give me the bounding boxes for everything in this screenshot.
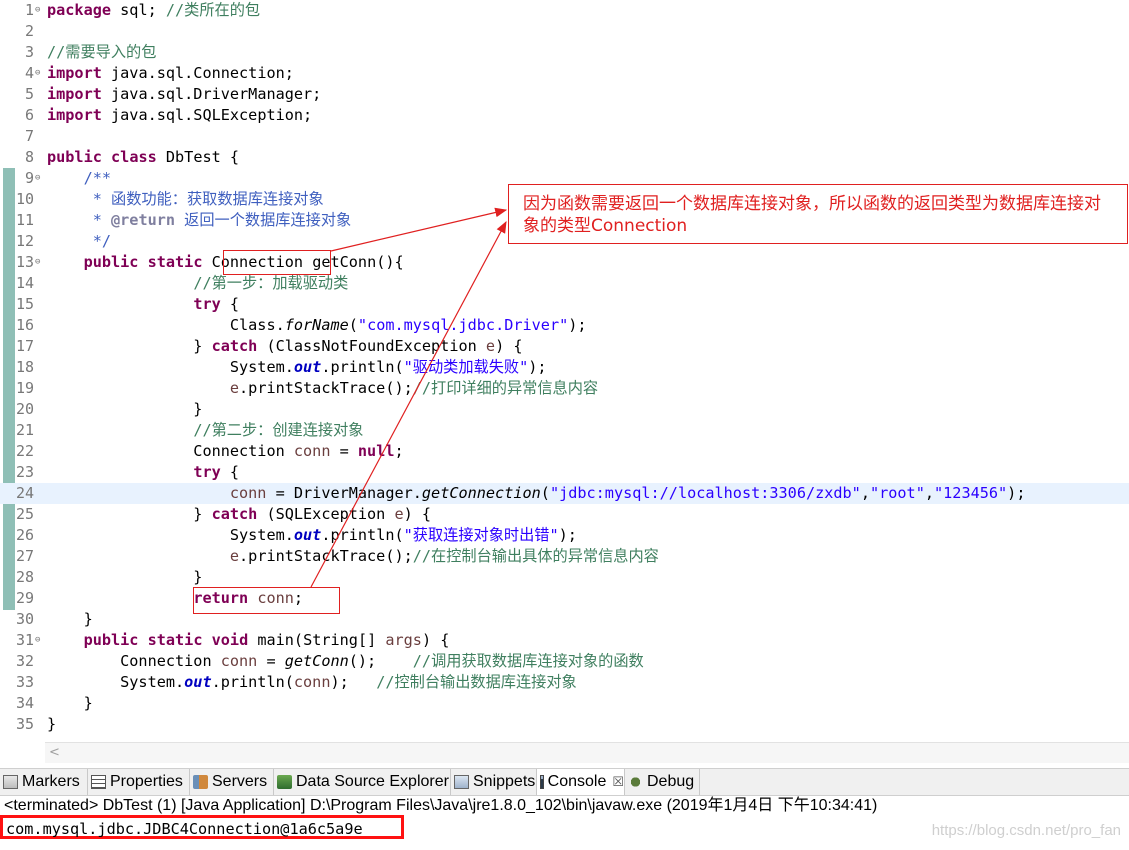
console-output-line: com.mysql.jdbc.JDBC4Connection@1a6c5a9e [6, 820, 363, 838]
annotation-note-text: 因为函数需要返回一个数据库连接对象，所以函数的返回类型为数据库连接对象的类型Co… [523, 194, 1101, 236]
annotation-note: 因为函数需要返回一个数据库连接对象，所以函数的返回类型为数据库连接对象的类型Co… [508, 184, 1128, 244]
tab-label: Data Source Explorer [296, 773, 449, 790]
snippets-icon [454, 775, 469, 789]
arrow-from-connection [330, 207, 508, 252]
close-icon[interactable]: ☒ [612, 774, 624, 790]
properties-icon [91, 775, 106, 789]
bottom-view-tabs: Markers Properties Servers Data Source Expl… [0, 768, 1129, 796]
tab-label: Snippets [473, 773, 536, 790]
tab-console[interactable]: Console ☒ [537, 769, 625, 795]
debug-icon [628, 775, 643, 789]
tab-label: Servers [212, 773, 268, 790]
arrow-from-return [310, 220, 507, 588]
tab-snippets[interactable]: Snippets [451, 769, 537, 795]
scroll-left-icon[interactable]: < [49, 743, 60, 763]
watermark-text: https://blog.csdn.net/pro_fan [931, 822, 1121, 839]
tab-markers[interactable]: Markers [0, 769, 88, 795]
tab-debug[interactable]: Debug [625, 769, 700, 795]
tab-properties[interactable]: Properties [88, 769, 190, 795]
horizontal-scrollbar[interactable]: < [45, 742, 1129, 763]
tab-label: Console [547, 773, 607, 790]
tab-servers[interactable]: Servers [190, 769, 274, 795]
tab-label: Markers [22, 773, 80, 790]
tab-label: Debug [647, 773, 695, 790]
data-source-explorer-icon [277, 775, 292, 789]
code-editor[interactable]: 1 ⊖ package sql; //类所在的包 2 3//需要导入的包 4 ⊖ import… [0, 0, 1129, 764]
console-terminated-status: <terminated> DbTest (1) [Java Applicatio… [4, 797, 878, 814]
console-icon [540, 775, 544, 789]
servers-icon [193, 775, 208, 789]
annotation-arrows [310, 207, 508, 588]
tab-label: Properties [110, 773, 183, 790]
console-view[interactable]: <terminated> DbTest (1) [Java Applicatio… [0, 796, 1129, 850]
markers-icon [3, 775, 18, 789]
tab-data-source-explorer[interactable]: Data Source Explorer [274, 769, 451, 795]
